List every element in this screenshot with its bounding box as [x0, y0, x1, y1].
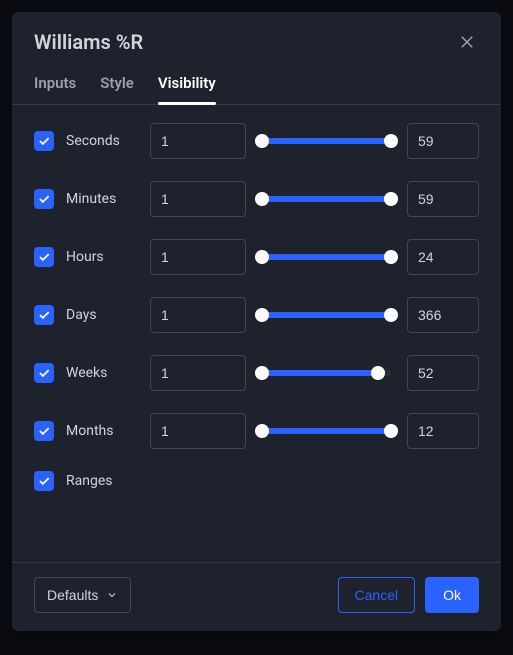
- row-weeks: Weeks: [34, 355, 479, 391]
- input-months-min[interactable]: [150, 413, 246, 449]
- row-hours: Hours: [34, 239, 479, 275]
- tab-inputs[interactable]: Inputs: [34, 66, 76, 104]
- label-weeks: Weeks: [66, 365, 138, 381]
- row-ranges: Ranges: [34, 471, 479, 491]
- checkbox-ranges[interactable]: [34, 471, 54, 491]
- slider-hours[interactable]: [258, 239, 395, 275]
- slider-weeks[interactable]: [258, 355, 395, 391]
- slider-handle-min[interactable]: [255, 308, 269, 322]
- close-icon: [458, 33, 476, 51]
- defaults-button[interactable]: Defaults: [34, 577, 131, 613]
- label-months: Months: [66, 423, 138, 439]
- label-seconds: Seconds: [66, 133, 138, 149]
- slider-handle-max[interactable]: [371, 366, 385, 380]
- label-days: Days: [66, 307, 138, 323]
- input-seconds-min[interactable]: [150, 123, 246, 159]
- check-icon: [37, 366, 51, 380]
- input-seconds-max[interactable]: [407, 123, 479, 159]
- label-hours: Hours: [66, 249, 138, 265]
- ok-button[interactable]: Ok: [425, 577, 479, 613]
- slider-handle-min[interactable]: [255, 192, 269, 206]
- slider-handle-max[interactable]: [384, 134, 398, 148]
- checkbox-weeks[interactable]: [34, 363, 54, 383]
- checkbox-minutes[interactable]: [34, 189, 54, 209]
- checkbox-seconds[interactable]: [34, 131, 54, 151]
- input-months-max[interactable]: [407, 413, 479, 449]
- check-icon: [37, 134, 51, 148]
- slider-days[interactable]: [258, 297, 395, 333]
- input-hours-max[interactable]: [407, 239, 479, 275]
- tabs: Inputs Style Visibility: [12, 66, 501, 105]
- dialog-body: Seconds Minutes: [12, 105, 501, 562]
- slider-minutes[interactable]: [258, 181, 395, 217]
- input-days-min[interactable]: [150, 297, 246, 333]
- check-icon: [37, 250, 51, 264]
- check-icon: [37, 424, 51, 438]
- slider-seconds[interactable]: [258, 123, 395, 159]
- label-minutes: Minutes: [66, 191, 138, 207]
- input-minutes-min[interactable]: [150, 181, 246, 217]
- input-weeks-min[interactable]: [150, 355, 246, 391]
- checkbox-months[interactable]: [34, 421, 54, 441]
- check-icon: [37, 474, 51, 488]
- tab-visibility[interactable]: Visibility: [158, 66, 216, 104]
- row-months: Months: [34, 413, 479, 449]
- dialog-title: Williams %R: [34, 30, 143, 54]
- slider-handle-max[interactable]: [384, 424, 398, 438]
- dialog-footer: Defaults Cancel Ok: [12, 562, 501, 631]
- indicator-settings-dialog: Williams %R Inputs Style Visibility Seco…: [12, 12, 501, 631]
- input-minutes-max[interactable]: [407, 181, 479, 217]
- slider-handle-min[interactable]: [255, 250, 269, 264]
- row-seconds: Seconds: [34, 123, 479, 159]
- chevron-down-icon: [106, 589, 118, 601]
- input-days-max[interactable]: [407, 297, 479, 333]
- slider-handle-max[interactable]: [384, 308, 398, 322]
- input-hours-min[interactable]: [150, 239, 246, 275]
- slider-handle-max[interactable]: [384, 192, 398, 206]
- row-days: Days: [34, 297, 479, 333]
- cancel-button[interactable]: Cancel: [338, 577, 416, 613]
- row-minutes: Minutes: [34, 181, 479, 217]
- checkbox-days[interactable]: [34, 305, 54, 325]
- input-weeks-max[interactable]: [407, 355, 479, 391]
- slider-months[interactable]: [258, 413, 395, 449]
- tab-style[interactable]: Style: [100, 66, 134, 104]
- close-button[interactable]: [455, 30, 479, 54]
- dialog-header: Williams %R: [12, 12, 501, 66]
- slider-handle-min[interactable]: [255, 424, 269, 438]
- check-icon: [37, 192, 51, 206]
- slider-handle-min[interactable]: [255, 366, 269, 380]
- checkbox-hours[interactable]: [34, 247, 54, 267]
- defaults-label: Defaults: [47, 587, 98, 603]
- slider-handle-max[interactable]: [384, 250, 398, 264]
- check-icon: [37, 308, 51, 322]
- label-ranges: Ranges: [66, 473, 138, 489]
- slider-handle-min[interactable]: [255, 134, 269, 148]
